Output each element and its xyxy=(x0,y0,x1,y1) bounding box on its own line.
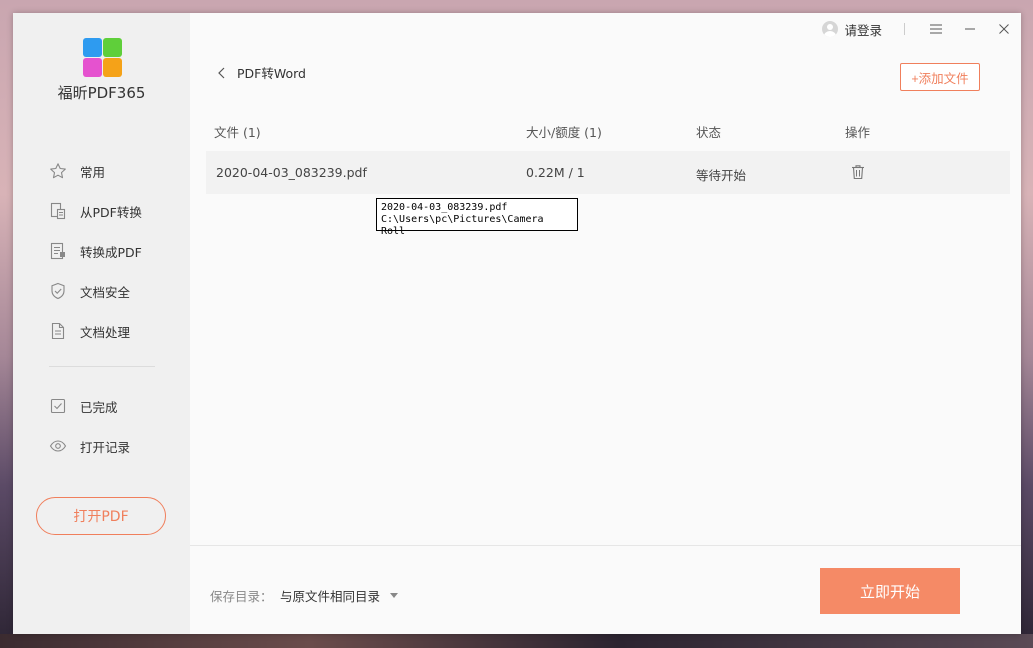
sidebar-item-security[interactable]: 文档安全 xyxy=(13,271,190,311)
file-status: 等待开始 xyxy=(696,168,747,183)
start-button[interactable]: 立即开始 xyxy=(820,568,960,614)
file-name: 2020-04-03_083239.pdf xyxy=(216,165,367,180)
column-header-size: 大小/额度 (1) xyxy=(526,125,602,140)
table-header: 文件 (1) 大小/额度 (1) 状态 操作 xyxy=(206,116,1010,144)
caret-down-icon xyxy=(390,593,399,598)
minimize-icon xyxy=(965,28,975,30)
sidebar-item-common[interactable]: 常用 xyxy=(13,151,190,191)
trash-icon xyxy=(852,165,864,180)
save-directory-value: 与原文件相同目录 xyxy=(280,589,381,604)
main-panel: 请登录 PDF转Word +添加文件 文件 (1) 大小/额度 (1) 状态 操… xyxy=(190,13,1021,634)
sidebar: 福昕PDF365 常用 从PDF转换 转换成PDF 文档安全 文档处理 已完成 … xyxy=(13,13,190,634)
sidebar-item-convert-from-pdf[interactable]: 从PDF转换 xyxy=(13,191,190,231)
sidebar-item-label: 打开记录 xyxy=(80,439,131,455)
app-name: 福昕PDF365 xyxy=(57,84,146,102)
menu-button[interactable] xyxy=(919,14,953,44)
sidebar-item-convert-to-pdf[interactable]: 转换成PDF xyxy=(13,231,190,271)
sidebar-item-label: 从PDF转换 xyxy=(80,204,142,220)
save-directory-select[interactable]: 与原文件相同目录 xyxy=(280,586,399,605)
sidebar-item-open-history[interactable]: 打开记录 xyxy=(13,426,190,466)
sidebar-nav: 常用 从PDF转换 转换成PDF 文档安全 文档处理 xyxy=(13,151,190,351)
avatar-icon xyxy=(822,21,839,37)
minimize-button[interactable] xyxy=(953,14,987,44)
shield-icon xyxy=(49,282,67,300)
sidebar-item-label: 文档安全 xyxy=(80,284,131,300)
checkbox-icon xyxy=(49,397,67,415)
sidebar-item-label: 常用 xyxy=(80,164,106,180)
login-button[interactable]: 请登录 xyxy=(822,20,882,39)
sidebar-divider xyxy=(49,366,155,367)
login-label: 请登录 xyxy=(844,22,882,38)
app-logo-icon xyxy=(83,38,123,78)
column-header-file: 文件 (1) xyxy=(214,125,261,140)
star-icon xyxy=(49,162,67,180)
document-icon xyxy=(49,322,67,340)
chevron-left-icon xyxy=(218,67,225,78)
sidebar-item-completed[interactable]: 已完成 xyxy=(13,386,190,426)
titlebar-divider xyxy=(904,23,905,35)
close-button[interactable] xyxy=(987,14,1021,44)
tooltip-filename: 2020-04-03_083239.pdf xyxy=(381,202,508,213)
open-pdf-button[interactable]: 打开PDF xyxy=(36,497,166,535)
convert-to-pdf-icon xyxy=(49,242,67,260)
eye-icon xyxy=(49,437,67,455)
file-size: 0.22M / 1 xyxy=(526,165,585,180)
footer-bar: 保存目录： 与原文件相同目录 立即开始 xyxy=(190,545,1021,634)
back-button[interactable]: PDF转Word xyxy=(217,63,306,82)
column-header-status: 状态 xyxy=(696,125,722,140)
page-title: PDF转Word xyxy=(237,66,306,81)
add-file-button[interactable]: +添加文件 xyxy=(900,63,980,91)
sidebar-item-label: 转换成PDF xyxy=(80,244,142,260)
column-header-action: 操作 xyxy=(845,125,871,140)
convert-from-pdf-icon xyxy=(49,202,67,220)
table-row[interactable]: 2020-04-03_083239.pdf 0.22M / 1 等待开始 xyxy=(206,151,1010,194)
file-path-tooltip: 2020-04-03_083239.pdf C:\Users\pc\Pictur… xyxy=(376,198,578,237)
sidebar-secondary-nav: 已完成 打开记录 xyxy=(13,386,190,466)
app-window: 福昕PDF365 常用 从PDF转换 转换成PDF 文档安全 文档处理 已完成 … xyxy=(13,13,1021,634)
tooltip-path: C:\Users\pc\Pictures\Camera Roll xyxy=(381,214,544,237)
sidebar-item-label: 文档处理 xyxy=(80,324,131,340)
sidebar-item-processing[interactable]: 文档处理 xyxy=(13,311,190,351)
titlebar: 请登录 xyxy=(822,13,1021,45)
desktop-background xyxy=(0,634,1033,648)
delete-button[interactable] xyxy=(849,163,867,181)
close-icon xyxy=(999,24,1009,34)
save-directory-label: 保存目录： xyxy=(210,589,273,604)
hamburger-menu-icon xyxy=(930,24,942,34)
sidebar-item-label: 已完成 xyxy=(80,399,118,415)
